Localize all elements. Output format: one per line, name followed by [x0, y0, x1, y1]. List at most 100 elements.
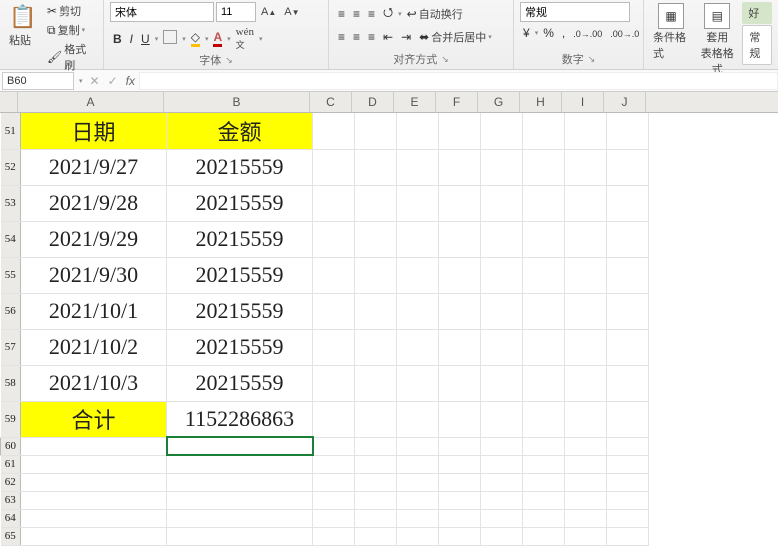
bold-button[interactable]: B: [110, 31, 125, 47]
row-header[interactable]: 51: [1, 113, 21, 149]
cell[interactable]: [355, 509, 397, 527]
cell[interactable]: [21, 509, 167, 527]
cell[interactable]: [439, 527, 481, 545]
cell[interactable]: 金额: [167, 113, 313, 149]
cell[interactable]: [439, 401, 481, 437]
row-header[interactable]: 61: [1, 455, 21, 473]
merge-center-button[interactable]: ⬌ 合并后居中 ▾: [416, 28, 495, 46]
cell[interactable]: [313, 473, 355, 491]
row-header[interactable]: 54: [1, 221, 21, 257]
number-format-select[interactable]: [520, 2, 630, 22]
cell[interactable]: [313, 113, 355, 149]
cell[interactable]: [607, 113, 649, 149]
cell[interactable]: [355, 293, 397, 329]
comma-button[interactable]: ,: [559, 25, 568, 41]
cell[interactable]: [439, 257, 481, 293]
cell[interactable]: [523, 329, 565, 365]
row-header[interactable]: 56: [1, 293, 21, 329]
namebox-dropdown-icon[interactable]: ▾: [76, 76, 86, 86]
align-top-button[interactable]: ≡: [335, 6, 348, 22]
cell[interactable]: 20215559: [167, 293, 313, 329]
cell[interactable]: [397, 329, 439, 365]
format-painter-button[interactable]: 🖌 格式刷: [44, 40, 97, 74]
cell[interactable]: [565, 113, 607, 149]
cell[interactable]: [313, 455, 355, 473]
cell[interactable]: [481, 257, 523, 293]
percent-button[interactable]: %: [540, 25, 557, 41]
cell[interactable]: 2021/9/29: [21, 221, 167, 257]
cell[interactable]: 20215559: [167, 149, 313, 185]
align-bottom-button[interactable]: ≡: [365, 6, 378, 22]
cell[interactable]: [523, 437, 565, 455]
cell[interactable]: [439, 149, 481, 185]
cell[interactable]: [481, 365, 523, 401]
cell[interactable]: [355, 257, 397, 293]
col-header-H[interactable]: H: [520, 92, 562, 112]
style-good-button[interactable]: 好: [742, 2, 772, 24]
phonetic-button[interactable]: wén文: [233, 25, 257, 52]
cell[interactable]: [523, 257, 565, 293]
cell[interactable]: [481, 293, 523, 329]
cell[interactable]: [523, 113, 565, 149]
decrease-decimal-button[interactable]: .00→.0: [607, 25, 642, 41]
cell[interactable]: [397, 401, 439, 437]
cell[interactable]: [565, 293, 607, 329]
cell[interactable]: [355, 149, 397, 185]
cell[interactable]: [355, 491, 397, 509]
cell[interactable]: [167, 473, 313, 491]
decrease-indent-button[interactable]: ⇤: [380, 29, 396, 45]
cell[interactable]: [439, 221, 481, 257]
cell[interactable]: 20215559: [167, 185, 313, 221]
cell[interactable]: [167, 455, 313, 473]
cell[interactable]: [313, 491, 355, 509]
cell[interactable]: 20215559: [167, 221, 313, 257]
cell[interactable]: [439, 185, 481, 221]
col-header-A[interactable]: A: [18, 92, 164, 112]
row-header[interactable]: 57: [1, 329, 21, 365]
row-header[interactable]: 62: [1, 473, 21, 491]
cell[interactable]: [523, 365, 565, 401]
cell[interactable]: [523, 293, 565, 329]
cell[interactable]: [167, 527, 313, 545]
cell[interactable]: [565, 509, 607, 527]
col-header-B[interactable]: B: [164, 92, 310, 112]
cell[interactable]: [439, 455, 481, 473]
cell[interactable]: [523, 149, 565, 185]
cell[interactable]: [355, 455, 397, 473]
cell[interactable]: [355, 437, 397, 455]
cell[interactable]: [565, 455, 607, 473]
cell[interactable]: [607, 401, 649, 437]
cell[interactable]: 20215559: [167, 257, 313, 293]
format-as-table-button[interactable]: ▤ 套用 表格格式: [696, 2, 738, 78]
wrap-text-button[interactable]: ↩ 自动换行: [404, 5, 466, 23]
cell[interactable]: [607, 221, 649, 257]
cell[interactable]: [21, 455, 167, 473]
row-header[interactable]: 53: [1, 185, 21, 221]
cell[interactable]: [481, 491, 523, 509]
name-box[interactable]: B60: [2, 72, 74, 90]
paste-button[interactable]: 📋 粘贴: [6, 2, 40, 49]
cell[interactable]: [397, 257, 439, 293]
align-center-button[interactable]: ≡: [350, 29, 363, 45]
cell[interactable]: 2021/9/27: [21, 149, 167, 185]
cell[interactable]: [481, 473, 523, 491]
cell[interactable]: [439, 509, 481, 527]
cell[interactable]: [313, 527, 355, 545]
alignment-dialog-launcher-icon[interactable]: ↘: [441, 54, 449, 65]
cell[interactable]: [355, 185, 397, 221]
font-size-select[interactable]: [216, 2, 256, 22]
conditional-format-button[interactable]: ▦ 条件格式: [650, 2, 692, 62]
cell[interactable]: [397, 473, 439, 491]
col-header-J[interactable]: J: [604, 92, 646, 112]
cell[interactable]: [313, 149, 355, 185]
cell[interactable]: [565, 473, 607, 491]
row-header[interactable]: 59: [1, 401, 21, 437]
formula-input[interactable]: [139, 72, 778, 90]
cell[interactable]: [397, 365, 439, 401]
font-dialog-launcher-icon[interactable]: ↘: [225, 55, 233, 66]
cell[interactable]: [523, 401, 565, 437]
align-right-button[interactable]: ≡: [365, 29, 378, 45]
border-button[interactable]: [160, 29, 180, 48]
cell[interactable]: [481, 185, 523, 221]
row-header[interactable]: 52: [1, 149, 21, 185]
